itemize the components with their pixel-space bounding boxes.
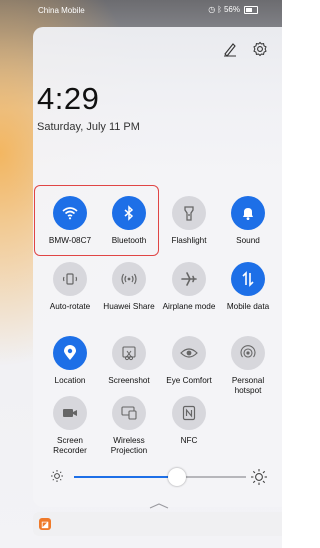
bell-icon <box>231 196 265 230</box>
tile-label-sound: Sound <box>236 236 260 245</box>
tile-wifi[interactable]: BMW-08C7 <box>41 196 99 246</box>
camera-icon <box>53 396 87 430</box>
clock-time: 4:29 <box>37 81 100 116</box>
tile-screen-recorder[interactable]: Screen Recorder <box>41 396 99 456</box>
edit-icon[interactable] <box>222 41 238 57</box>
nfc-icon <box>172 396 206 430</box>
tile-mobile-data[interactable]: Mobile data <box>219 262 277 312</box>
tile-label-location: Location <box>54 376 86 385</box>
tile-label-airplane: Airplane mode <box>162 302 216 311</box>
wifi-icon <box>53 196 87 230</box>
data-arrows-icon <box>231 262 265 296</box>
airplane-icon <box>172 262 206 296</box>
brightness-slider[interactable] <box>50 467 268 487</box>
hotspot-icon <box>231 336 265 370</box>
brightness-thumb[interactable] <box>168 468 187 486</box>
tile-label-huawei-share: Huawei Share <box>103 302 155 311</box>
projection-icon <box>112 396 146 430</box>
tile-screenshot[interactable]: Screenshot <box>100 336 158 386</box>
tile-sound[interactable]: Sound <box>219 196 277 246</box>
tile-label-nfc: NFC <box>180 436 198 445</box>
status-bar: China Mobile ◷ ᛒ 56% <box>0 0 282 22</box>
alarm-icon: ◷ <box>208 5 216 14</box>
tile-huawei-share[interactable]: Huawei Share <box>100 262 158 312</box>
flashlight-icon <box>172 196 206 230</box>
battery-percent: 56% <box>223 5 240 14</box>
tile-nfc[interactable]: NFC <box>160 396 218 446</box>
panel-top-actions <box>222 41 268 57</box>
rotate-icon <box>53 262 87 296</box>
panel-collapse-handle[interactable] <box>149 496 169 509</box>
settings-gear-icon[interactable] <box>252 41 268 57</box>
share-wave-icon <box>112 262 146 296</box>
tile-flashlight[interactable]: Flashlight <box>160 196 218 246</box>
tile-label-hotspot: Personal hotspot <box>231 376 265 395</box>
clock-date: Saturday, July 11 PM <box>37 121 140 133</box>
tile-label-flashlight: Flashlight <box>171 236 207 245</box>
bluetooth-icon <box>112 196 146 230</box>
brightness-fill <box>74 476 178 478</box>
scissors-icon <box>112 336 146 370</box>
tile-auto-rotate[interactable]: Auto-rotate <box>41 262 99 312</box>
tile-label-bluetooth: Bluetooth <box>111 236 147 245</box>
tile-label-screen-recorder: Screen Recorder <box>53 436 87 455</box>
tile-location[interactable]: Location <box>41 336 99 386</box>
tile-label-mobile-data: Mobile data <box>226 302 270 311</box>
tile-label-wireless-projection: Wireless Projection <box>110 436 148 455</box>
location-pin-icon <box>53 336 87 370</box>
bluetooth-status-icon: ᛒ <box>217 5 222 14</box>
tile-wireless-projection[interactable]: Wireless Projection <box>100 396 158 456</box>
tile-eye-comfort[interactable]: Eye Comfort <box>160 336 218 386</box>
tile-label-screenshot: Screenshot <box>108 376 150 385</box>
tile-hotspot[interactable]: Personal hotspot <box>219 336 277 396</box>
battery-icon <box>244 5 258 14</box>
tile-label-auto-rotate: Auto-rotate <box>49 302 91 311</box>
tile-bluetooth[interactable]: Bluetooth <box>100 196 158 246</box>
app-notification-icon: ◪ <box>39 518 51 530</box>
brightness-low-icon <box>50 469 64 488</box>
status-icons: ◷ ᛒ 56% <box>208 5 258 14</box>
notification-strip[interactable]: ◪ <box>33 512 282 536</box>
eye-icon <box>172 336 206 370</box>
brightness-high-icon <box>250 468 268 491</box>
tile-airplane[interactable]: Airplane mode <box>160 262 218 312</box>
tile-label-wifi: BMW-08C7 <box>48 236 92 245</box>
carrier-label: China Mobile <box>38 6 85 15</box>
tile-label-eye-comfort: Eye Comfort <box>166 376 212 385</box>
